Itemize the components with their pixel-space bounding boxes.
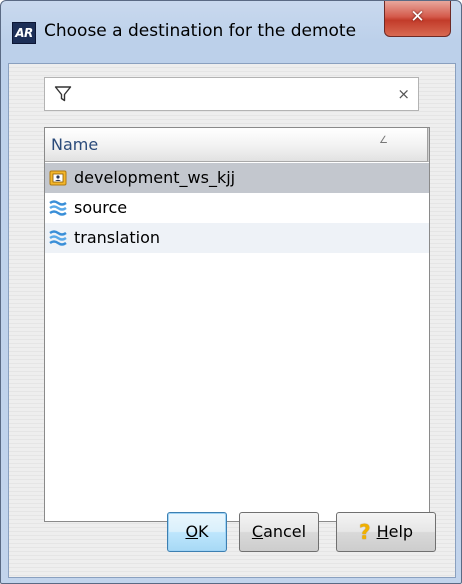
destination-list[interactable]: Name ∠ development_ws_kjj source transla… (44, 127, 430, 522)
sort-indicator-icon: ∠ (379, 135, 388, 146)
close-button[interactable]: ✕ (384, 1, 451, 37)
cancel-label-rest: ancel (263, 522, 307, 541)
cancel-mnemonic: C (251, 522, 264, 541)
title-bar[interactable]: AR Choose a destination for the demote ✕ (1, 1, 461, 63)
list-item[interactable]: development_ws_kjj (45, 163, 429, 193)
filter-input[interactable] (79, 82, 379, 106)
clear-filter-icon[interactable]: × (397, 84, 410, 104)
list-item[interactable]: source (45, 193, 429, 223)
dialog-title: Choose a destination for the demote (44, 21, 357, 41)
help-mnemonic: H (376, 522, 389, 541)
list-item-label: development_ws_kjj (74, 168, 236, 187)
list-item-label: source (74, 198, 128, 217)
ok-label-rest: K (198, 522, 209, 541)
filter-field[interactable]: × (44, 77, 419, 111)
dialog-body: × Name ∠ development_ws_kjj source trans… (8, 63, 456, 578)
help-icon: ? (358, 520, 371, 544)
stream-icon (49, 230, 67, 246)
stream-icon (49, 200, 67, 216)
list-item-label: translation (74, 228, 161, 247)
workspace-icon (49, 170, 67, 186)
list-item[interactable]: translation (45, 223, 429, 253)
column-divider[interactable] (427, 128, 428, 161)
ok-button[interactable]: OK (167, 512, 227, 552)
ok-mnemonic: O (185, 522, 199, 541)
help-label-rest: elp (388, 522, 414, 541)
column-header-name[interactable]: Name (51, 135, 98, 154)
help-button[interactable]: ? Help (336, 512, 436, 552)
cancel-button[interactable]: Cancel (239, 512, 319, 552)
dialog-window: AR Choose a destination for the demote ✕… (0, 0, 462, 584)
app-logo-icon: AR (12, 22, 36, 44)
list-header: Name ∠ (45, 128, 429, 162)
filter-icon (54, 86, 72, 102)
